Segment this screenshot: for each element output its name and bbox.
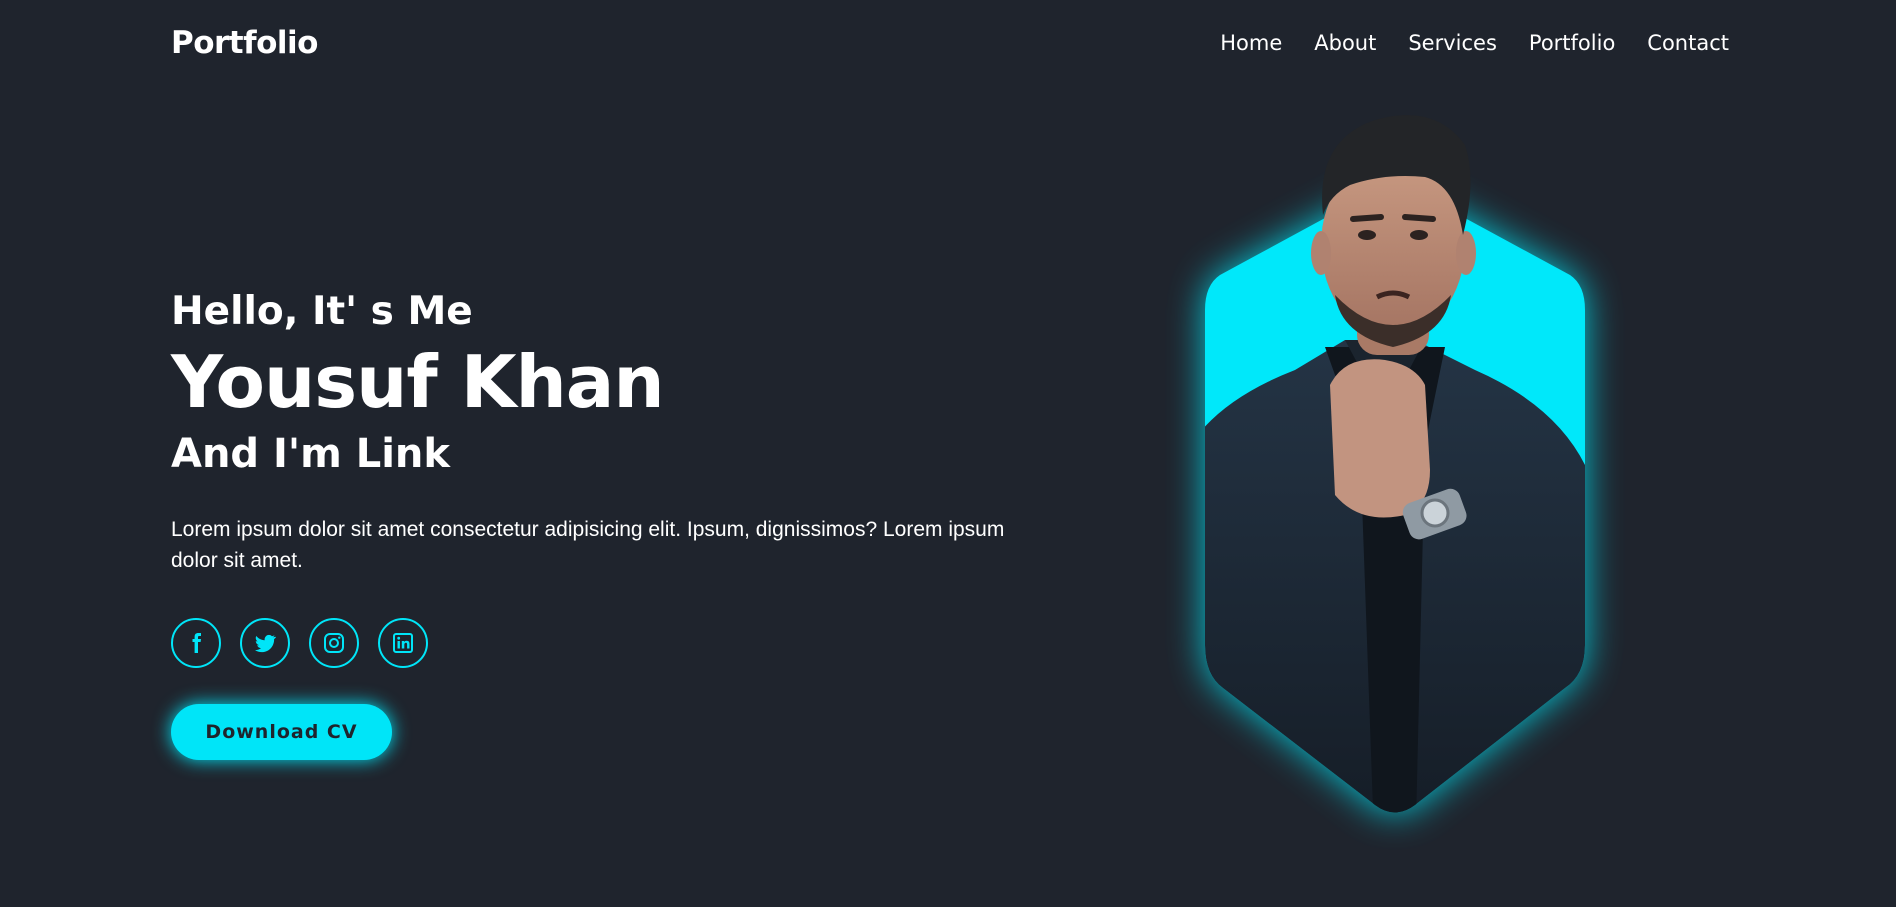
hero-description: Lorem ipsum dolor sit amet consectetur a… bbox=[171, 518, 1005, 572]
hero-content: Hello, It' s Me Yousuf Khan And I'm Link… bbox=[171, 286, 1041, 760]
instagram-link[interactable] bbox=[309, 618, 359, 668]
site-header: Portfolio Home About Services Portfolio … bbox=[0, 0, 1896, 90]
facebook-icon bbox=[192, 633, 201, 653]
linkedin-link[interactable] bbox=[378, 618, 428, 668]
nav-contact[interactable]: Contact bbox=[1647, 31, 1729, 55]
instagram-icon bbox=[324, 633, 344, 653]
greeting: Hello, It' s Me bbox=[171, 289, 473, 334]
hero-name: Yousuf Khan bbox=[171, 340, 665, 424]
facebook-link[interactable] bbox=[171, 618, 221, 668]
logo[interactable]: Portfolio bbox=[171, 25, 318, 61]
download-cv-button[interactable]: Download CV bbox=[171, 704, 392, 760]
hero-role: And I'm Link bbox=[171, 431, 451, 477]
main-nav: Home About Services Portfolio Contact bbox=[1220, 31, 1729, 55]
nav-about[interactable]: About bbox=[1314, 31, 1376, 55]
portrait-illustration bbox=[1205, 115, 1585, 813]
nav-home[interactable]: Home bbox=[1220, 31, 1282, 55]
page: Portfolio Home About Services Portfolio … bbox=[0, 0, 1896, 907]
linkedin-icon bbox=[393, 633, 413, 653]
twitter-icon bbox=[255, 634, 277, 653]
nav-portfolio[interactable]: Portfolio bbox=[1529, 31, 1615, 55]
twitter-link[interactable] bbox=[240, 618, 290, 668]
nav-services[interactable]: Services bbox=[1408, 31, 1497, 55]
social-links bbox=[171, 618, 1041, 668]
hero-portrait bbox=[1085, 85, 1705, 865]
